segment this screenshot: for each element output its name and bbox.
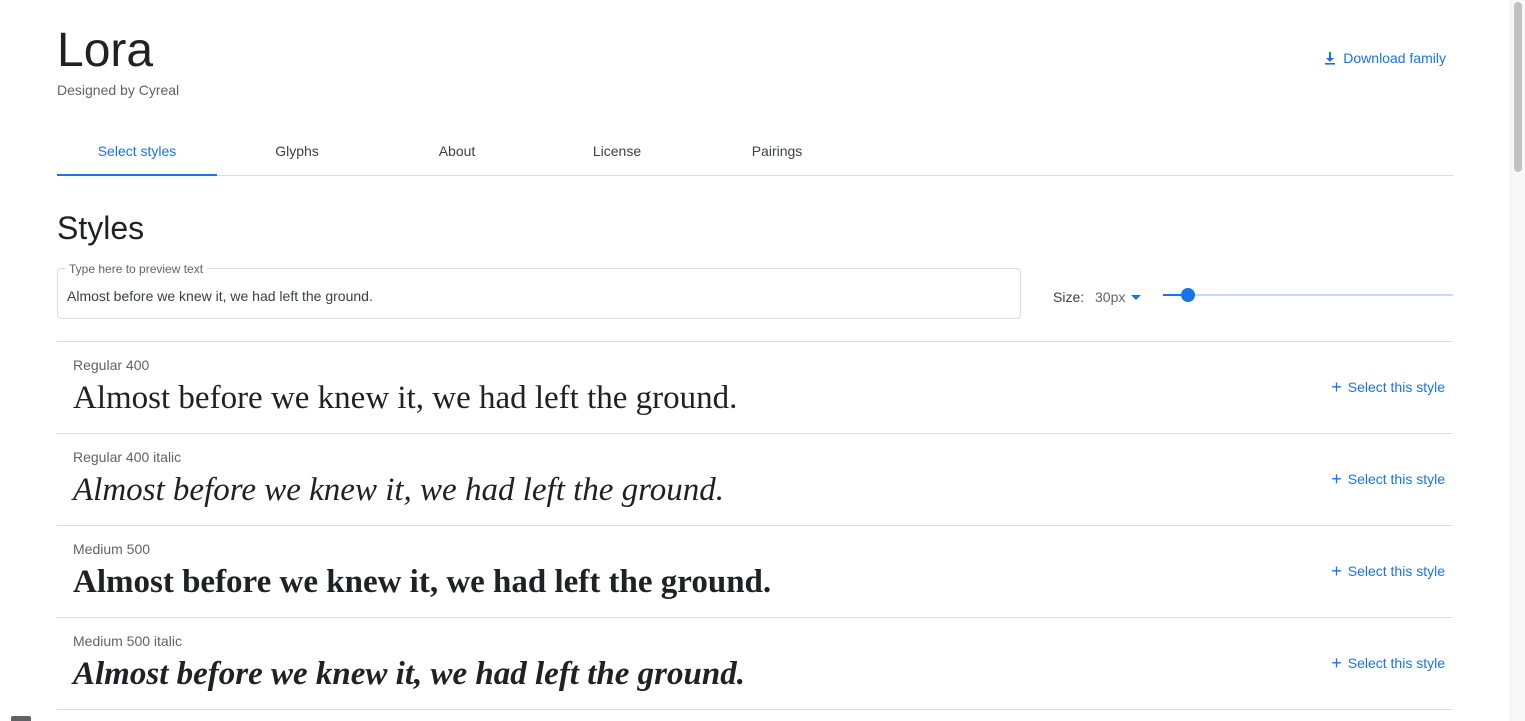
style-row-regular-400: Regular 400 Almost before we knew it, we…: [57, 342, 1453, 434]
style-list: Regular 400 Almost before we knew it, we…: [57, 341, 1453, 710]
style-sample: Almost before we knew it, we had left th…: [73, 564, 772, 600]
size-value: 30px: [1095, 289, 1126, 305]
style-row-medium-500: Medium 500 Almost before we knew it, we …: [57, 526, 1453, 618]
select-style-button[interactable]: + Select this style: [1331, 470, 1445, 488]
select-style-button[interactable]: + Select this style: [1331, 562, 1445, 580]
tab-pairings[interactable]: Pairings: [697, 127, 857, 175]
style-sample: Almost before we knew it, we had left th…: [73, 656, 745, 692]
page-scrollbar[interactable]: [1510, 0, 1525, 721]
tab-select-styles[interactable]: Select styles: [57, 127, 217, 176]
tab-about[interactable]: About: [377, 127, 537, 175]
select-style-label: Select this style: [1347, 563, 1445, 579]
download-family-label: Download family: [1343, 50, 1446, 66]
feedback-chip[interactable]: [11, 716, 31, 721]
styles-heading: Styles: [57, 210, 145, 246]
preview-text-input[interactable]: [67, 286, 1007, 306]
style-sample: Almost before we knew it, we had left th…: [73, 472, 725, 508]
font-specimen-page: Lora Designed by Cyreal Download family …: [0, 0, 1525, 721]
select-style-label: Select this style: [1347, 471, 1445, 487]
select-style-button[interactable]: + Select this style: [1331, 654, 1445, 672]
size-label: Size:: [1053, 289, 1085, 305]
style-name: Medium 500 italic: [73, 633, 182, 649]
style-sample: Almost before we knew it, we had left th…: [73, 380, 738, 416]
family-title: Lora: [57, 24, 154, 77]
plus-icon: +: [1331, 469, 1342, 489]
slider-track: [1163, 294, 1453, 296]
preview-text-label: Type here to preview text: [65, 262, 208, 276]
size-slider[interactable]: [1163, 285, 1453, 305]
plus-icon: +: [1331, 377, 1342, 397]
style-name: Regular 400: [73, 357, 150, 373]
tab-license[interactable]: License: [537, 127, 697, 175]
preview-text-field: Type here to preview text: [57, 262, 1021, 319]
style-row-medium-500-italic: Medium 500 italic Almost before we knew …: [57, 618, 1453, 710]
select-style-button[interactable]: + Select this style: [1331, 378, 1445, 396]
tab-bar: Select styles Glyphs About License Pairi…: [57, 127, 1453, 176]
size-dropdown[interactable]: 30px: [1095, 288, 1142, 306]
designer-credit: Designed by Cyreal: [57, 82, 180, 98]
caret-down-icon: [1131, 294, 1142, 300]
download-family-button[interactable]: Download family: [1323, 47, 1446, 69]
download-icon: [1323, 51, 1337, 65]
slider-thumb[interactable]: [1180, 288, 1195, 302]
style-row-regular-400-italic: Regular 400 italic Almost before we knew…: [57, 434, 1453, 526]
plus-icon: +: [1331, 653, 1342, 673]
style-name: Regular 400 italic: [73, 449, 182, 465]
style-name: Medium 500: [73, 541, 151, 557]
plus-icon: +: [1331, 561, 1342, 581]
select-style-label: Select this style: [1347, 655, 1445, 671]
tab-glyphs[interactable]: Glyphs: [217, 127, 377, 175]
select-style-label: Select this style: [1347, 379, 1445, 395]
scrollbar-thumb[interactable]: [1514, 2, 1522, 172]
